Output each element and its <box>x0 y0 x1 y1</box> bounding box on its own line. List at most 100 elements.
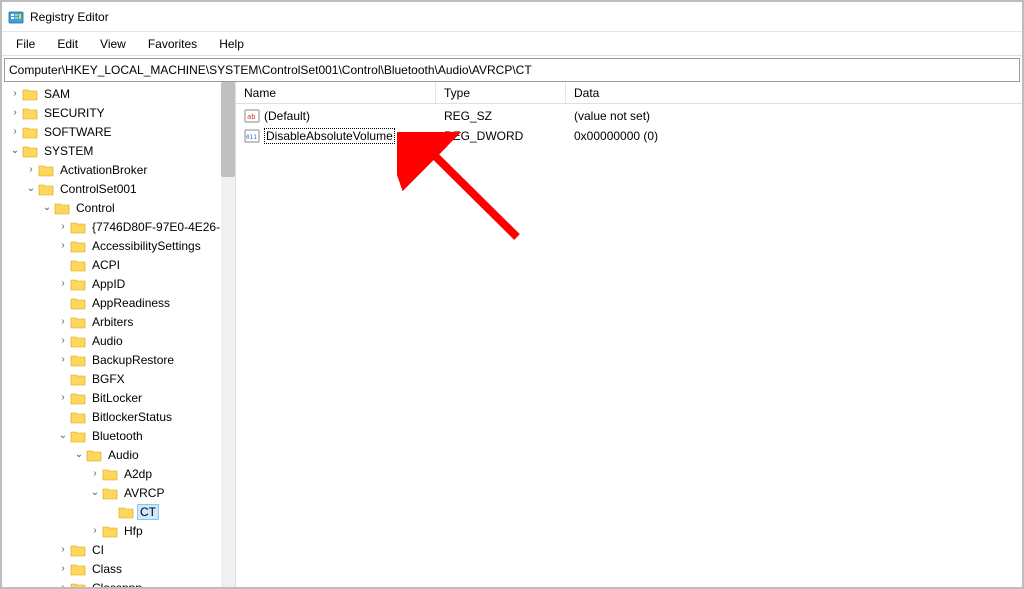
address-text: Computer\HKEY_LOCAL_MACHINE\SYSTEM\Contr… <box>9 63 532 77</box>
tree-item-sam[interactable]: ›SAM <box>6 84 235 103</box>
collapse-icon[interactable]: ⌄ <box>8 145 22 156</box>
tree-item-classpnp[interactable]: ›Classpnp <box>54 578 235 587</box>
expand-icon[interactable]: › <box>88 525 102 536</box>
tree-item-bluetooth[interactable]: ⌄Bluetooth <box>54 426 235 445</box>
tree-item-class[interactable]: ›Class <box>54 559 235 578</box>
column-data[interactable]: Data <box>566 82 876 103</box>
tree-scrollbar[interactable] <box>221 82 235 587</box>
folder-icon <box>70 277 86 291</box>
tree-item-bt-audio[interactable]: ⌄Audio <box>70 445 235 464</box>
expand-icon[interactable]: › <box>56 582 70 587</box>
folder-icon <box>22 144 38 158</box>
tree-item-backuprestore[interactable]: ›BackupRestore <box>54 350 235 369</box>
column-name[interactable]: Name <box>236 82 436 103</box>
tree-item-avrcp[interactable]: ⌄AVRCP <box>86 483 235 502</box>
collapse-icon[interactable]: ⌄ <box>72 449 86 460</box>
folder-icon <box>70 429 86 443</box>
folder-icon <box>22 106 38 120</box>
tree-item-bgfx[interactable]: BGFX <box>54 369 235 388</box>
content-split: ›SAM ›SECURITY ›SOFTWARE ⌄SYSTEM ›Activa… <box>2 82 1022 587</box>
expand-icon[interactable]: › <box>56 221 70 232</box>
tree-item-appreadiness[interactable]: AppReadiness <box>54 293 235 312</box>
folder-icon <box>70 334 86 348</box>
title-bar: Registry Editor <box>2 2 1022 32</box>
tree-item-software[interactable]: ›SOFTWARE <box>6 122 235 141</box>
tree-item-guid[interactable]: ›{7746D80F-97E0-4E26- <box>54 217 235 236</box>
collapse-icon[interactable]: ⌄ <box>40 202 54 213</box>
folder-icon <box>118 505 134 519</box>
folder-icon <box>22 125 38 139</box>
tree-item-appid[interactable]: ›AppID <box>54 274 235 293</box>
folder-icon <box>70 315 86 329</box>
tree-pane[interactable]: ›SAM ›SECURITY ›SOFTWARE ⌄SYSTEM ›Activa… <box>2 82 236 587</box>
expand-icon[interactable]: › <box>56 563 70 574</box>
svg-text:ab: ab <box>247 113 255 121</box>
expand-icon[interactable]: › <box>8 88 22 99</box>
folder-icon <box>70 353 86 367</box>
column-type[interactable]: Type <box>436 82 566 103</box>
expand-icon[interactable]: › <box>56 392 70 403</box>
folder-icon <box>70 562 86 576</box>
value-row-default[interactable]: ab (Default) REG_SZ (value not set) <box>236 106 1022 126</box>
expand-icon[interactable]: › <box>56 316 70 327</box>
collapse-icon[interactable]: ⌄ <box>88 487 102 498</box>
expand-icon[interactable]: › <box>56 278 70 289</box>
folder-icon <box>70 410 86 424</box>
expand-icon[interactable]: › <box>24 164 38 175</box>
tree-item-hfp[interactable]: ›Hfp <box>86 521 235 540</box>
menu-view[interactable]: View <box>90 35 136 53</box>
tree-item-activationbroker[interactable]: ›ActivationBroker <box>22 160 235 179</box>
folder-icon <box>70 372 86 386</box>
tree-item-bitlocker[interactable]: ›BitLocker <box>54 388 235 407</box>
tree-item-controlset001[interactable]: ⌄ControlSet001 <box>22 179 235 198</box>
folder-icon <box>38 182 54 196</box>
reg-dword-icon: 011 <box>244 128 260 144</box>
tree-item-ct[interactable]: CT <box>102 502 235 521</box>
folder-icon <box>70 239 86 253</box>
tree-item-a2dp[interactable]: ›A2dp <box>86 464 235 483</box>
value-row-disableabsolutevolume[interactable]: 011 DisableAbsoluteVolume REG_DWORD 0x00… <box>236 126 1022 146</box>
value-type: REG_SZ <box>436 109 566 123</box>
value-data: (value not set) <box>566 109 876 123</box>
expand-icon[interactable]: › <box>8 126 22 137</box>
regedit-icon <box>8 9 24 25</box>
scrollbar-thumb[interactable] <box>221 82 235 177</box>
tree-item-audio[interactable]: ›Audio <box>54 331 235 350</box>
value-name-editing[interactable]: DisableAbsoluteVolume <box>264 128 395 144</box>
folder-icon <box>54 201 70 215</box>
expand-icon[interactable]: › <box>56 240 70 251</box>
column-header: Name Type Data <box>236 82 1022 104</box>
tree-item-security[interactable]: ›SECURITY <box>6 103 235 122</box>
expand-icon[interactable]: › <box>56 544 70 555</box>
collapse-icon[interactable]: ⌄ <box>56 430 70 441</box>
reg-sz-icon: ab <box>244 108 260 124</box>
values-pane[interactable]: Name Type Data ab (Default) REG_SZ (valu… <box>236 82 1022 587</box>
folder-icon <box>70 258 86 272</box>
address-bar[interactable]: Computer\HKEY_LOCAL_MACHINE\SYSTEM\Contr… <box>4 58 1020 82</box>
menu-edit[interactable]: Edit <box>47 35 88 53</box>
tree-item-control[interactable]: ⌄Control <box>38 198 235 217</box>
collapse-icon[interactable]: ⌄ <box>24 183 38 194</box>
value-name: (Default) <box>264 109 310 123</box>
expand-icon[interactable]: › <box>56 354 70 365</box>
tree-item-ci[interactable]: ›CI <box>54 540 235 559</box>
folder-icon <box>70 543 86 557</box>
value-data: 0x00000000 (0) <box>566 129 876 143</box>
tree-item-system[interactable]: ⌄SYSTEM <box>6 141 235 160</box>
app-title: Registry Editor <box>30 10 109 24</box>
folder-icon <box>70 391 86 405</box>
folder-icon <box>102 467 118 481</box>
tree-item-acpi[interactable]: ACPI <box>54 255 235 274</box>
expand-icon[interactable]: › <box>88 468 102 479</box>
tree-item-accessibility[interactable]: ›AccessibilitySettings <box>54 236 235 255</box>
menu-favorites[interactable]: Favorites <box>138 35 207 53</box>
expand-icon[interactable]: › <box>56 335 70 346</box>
tree-item-arbiters[interactable]: ›Arbiters <box>54 312 235 331</box>
menu-bar: File Edit View Favorites Help <box>2 32 1022 56</box>
tree-item-bitlockerstatus[interactable]: BitlockerStatus <box>54 407 235 426</box>
menu-file[interactable]: File <box>6 35 45 53</box>
folder-icon <box>22 87 38 101</box>
folder-icon <box>70 296 86 310</box>
menu-help[interactable]: Help <box>209 35 254 53</box>
expand-icon[interactable]: › <box>8 107 22 118</box>
